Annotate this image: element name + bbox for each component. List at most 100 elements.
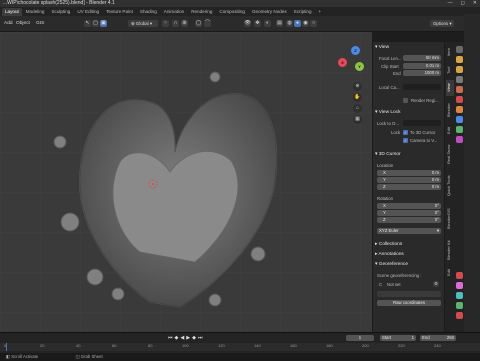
outliner-panel[interactable] (464, 14, 480, 332)
cursor-rotation-z[interactable]: Z 0° (377, 217, 441, 223)
visibility-icon[interactable]: 👁 (244, 20, 251, 27)
playhead[interactable] (6, 343, 7, 351)
object-properties-icon[interactable] (456, 106, 463, 113)
minimize-icon[interactable]: — (448, 0, 453, 7)
current-frame-field[interactable]: 1 (346, 335, 374, 341)
cursor-rotation-y[interactable]: Y 0° (377, 210, 441, 216)
rotation-mode-dropdown[interactable]: XYZ Euler ▾ (377, 228, 441, 234)
texture-properties-icon[interactable] (456, 272, 463, 279)
modifier-properties-icon[interactable] (456, 116, 463, 123)
play-reverse-icon[interactable]: ◀ (180, 335, 184, 341)
start-frame-field[interactable]: Start 1 (380, 335, 416, 341)
cursor-rotation-x[interactable]: X 0° (377, 203, 441, 209)
physics-properties-icon[interactable] (456, 126, 463, 133)
select-mode-icon[interactable]: ↖ (84, 20, 91, 27)
xray-icon[interactable]: ▤ (276, 20, 283, 27)
tab-compositing[interactable]: Compositing (216, 8, 248, 16)
transform-orientation-dropdown[interactable]: ⊕ Global ▾ (128, 20, 158, 27)
gear-icon[interactable]: ⚙ (433, 281, 439, 287)
close-icon[interactable]: ✕ (473, 0, 477, 7)
gizmo-y-axis[interactable]: Y (355, 62, 364, 71)
tab-modeling[interactable]: Modeling (23, 8, 48, 16)
tab-texture-paint[interactable]: Texture Paint (103, 8, 136, 16)
menu-add[interactable]: Add (4, 21, 13, 26)
sidebar-tab-edit-2[interactable]: Edit (446, 266, 454, 280)
sidebar-tab-real-snow[interactable]: Real Snow (446, 140, 454, 168)
data-properties-icon[interactable] (456, 302, 463, 309)
render-properties-icon[interactable] (456, 56, 463, 63)
tab-layout[interactable]: Layout (2, 7, 22, 16)
sidebar-tab-blender-kit[interactable]: Blender Kit (446, 236, 454, 264)
scene-properties-icon[interactable] (456, 86, 463, 93)
sidebar-tab-view[interactable]: View (446, 80, 454, 96)
rendered-icon[interactable]: ○ (310, 20, 317, 27)
gizmo-x-axis[interactable]: X (338, 58, 347, 67)
sidebar-tab-quick-tools[interactable]: Quick Tools (446, 170, 454, 202)
constraints-properties-icon[interactable] (456, 292, 463, 299)
cursor-location-x[interactable]: X 0 m (377, 170, 441, 176)
tab-geometry-nodes[interactable]: Geometry Nodes (249, 8, 290, 16)
3d-viewport[interactable]: Z X Y ⊕ ✋ ⌂ ▦ (0, 32, 372, 332)
add-workspace-button[interactable]: + (316, 8, 325, 16)
focal-length-field[interactable]: 50 mm (403, 55, 441, 61)
menu-gis[interactable]: GIS (36, 21, 44, 26)
zoom-icon[interactable]: ⊕ (353, 82, 362, 91)
sidebar-tab-item[interactable]: Item (446, 44, 454, 60)
menu-object[interactable]: Object (16, 21, 30, 26)
jump-end-icon[interactable]: ⏭ (198, 335, 203, 341)
maximize-icon[interactable]: ◻ (461, 0, 465, 7)
proportional-falloff-icon[interactable]: ⌒ (204, 20, 211, 27)
tool-properties-icon[interactable] (456, 46, 463, 53)
section-collections[interactable]: ▸ Collections (375, 242, 402, 247)
tab-shading[interactable]: Shading (137, 8, 160, 16)
heart-chocolate-mesh[interactable] (0, 32, 372, 332)
timeline-ruler[interactable] (0, 343, 480, 351)
snap-target-icon[interactable]: ⊞ (181, 20, 188, 27)
view-layer-properties-icon[interactable] (456, 76, 463, 83)
sidebar-tab-tool[interactable]: Tool (446, 62, 454, 78)
local-camera-field[interactable] (403, 84, 441, 90)
crs-placeholder-field[interactable] (377, 291, 441, 297)
perspective-grid-icon[interactable]: ▦ (353, 115, 362, 124)
play-icon[interactable]: ▶ (186, 335, 190, 341)
select-new-icon[interactable]: ▣ (100, 20, 107, 27)
render-region-checkbox[interactable] (403, 98, 408, 103)
section-view[interactable]: ▾ View (375, 45, 389, 50)
section-annotations[interactable]: ▸ Annotations (375, 252, 404, 257)
solid-icon[interactable]: ● (294, 20, 301, 27)
prev-key-icon[interactable]: ◆ (175, 335, 179, 341)
particles-properties-icon[interactable] (456, 282, 463, 289)
jump-start-icon[interactable]: ⏮ (168, 335, 173, 341)
tab-sculpting[interactable]: Sculpting (48, 8, 73, 16)
clip-end-field[interactable]: 1000 m (403, 70, 441, 76)
wireframe-icon[interactable]: ◍ (286, 20, 293, 27)
circle-icon[interactable]: ◯ (195, 20, 202, 27)
clip-start-field[interactable]: 0.01 m (403, 63, 441, 69)
overlay-toggle-icon[interactable]: ◐ (264, 20, 271, 27)
material-properties-icon[interactable] (456, 136, 463, 143)
cursor-location-y[interactable]: Y 0 m (377, 177, 441, 183)
output-properties-icon[interactable] (456, 66, 463, 73)
gizmo-toggle-icon[interactable]: ✥ (254, 20, 261, 27)
next-key-icon[interactable]: ◆ (192, 335, 196, 341)
section-3d-cursor[interactable]: ▾ 3D Cursor (375, 152, 401, 157)
options-dropdown[interactable]: Options ▾ (430, 20, 454, 27)
end-frame-field[interactable]: End 250 (420, 335, 456, 341)
gizmo-z-axis[interactable]: Z (351, 46, 360, 55)
camera-to-view-checkbox[interactable]: ✓ (403, 138, 408, 143)
world-properties-icon[interactable] (456, 96, 463, 103)
to-3d-cursor-checkbox[interactable]: ✓ (403, 130, 408, 135)
material-icon[interactable]: ◉ (302, 20, 309, 27)
sidebar-tab-blendergis[interactable]: BlenderGIS (446, 204, 454, 234)
box-select-icon[interactable]: ▢ (92, 20, 99, 27)
section-view-lock[interactable]: ▾ View Lock (375, 110, 401, 115)
raw-coordinates-button[interactable]: Raw coordinates (377, 300, 441, 306)
pan-hand-icon[interactable]: ✋ (353, 93, 362, 102)
section-georeference[interactable]: ▾ Georeference (375, 262, 408, 267)
tab-rendering[interactable]: Rendering (188, 8, 215, 16)
pivot-icon[interactable]: ⁘ (162, 20, 169, 27)
shader-properties-icon[interactable] (456, 312, 463, 319)
camera-view-icon[interactable]: ⌂ (353, 104, 362, 113)
tab-scripting[interactable]: Scripting (291, 8, 315, 16)
tab-uv-editing[interactable]: UV Editing (74, 8, 102, 16)
